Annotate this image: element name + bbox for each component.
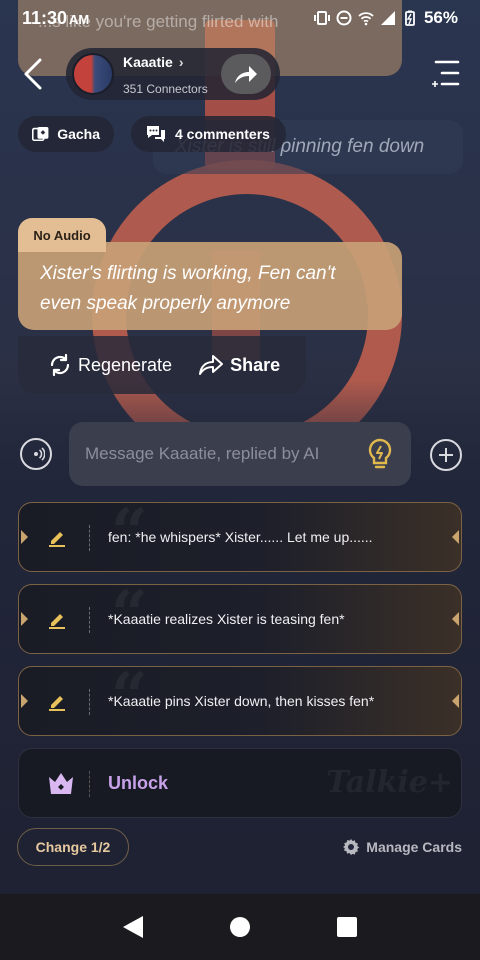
crown-icon: [49, 773, 73, 794]
pencil-icon: [49, 696, 65, 711]
share-label: Share: [230, 354, 281, 375]
manage-cards-label: Manage Cards: [366, 839, 462, 855]
regenerate-button[interactable]: Regenerate: [48, 353, 172, 377]
share-character-button[interactable]: [221, 54, 271, 94]
connectors-count: 351 Connectors: [123, 82, 208, 96]
add-button[interactable]: [430, 439, 462, 471]
pencil-icon: [49, 614, 65, 629]
ai-message-text: Xister's flirting is working, Fen can't …: [40, 263, 336, 314]
no-audio-badge: No Audio: [18, 218, 106, 252]
gacha-chip[interactable]: Gacha: [18, 116, 114, 152]
message-actions: Regenerate Share: [18, 336, 306, 394]
gear-icon: [343, 839, 360, 855]
vibrate-icon: [313, 11, 330, 25]
regenerate-label: Regenerate: [78, 354, 173, 375]
comments-icon: [147, 126, 165, 142]
unlock-label: Unlock: [108, 773, 169, 793]
voice-mode-button[interactable]: [20, 438, 52, 470]
message-input[interactable]: [85, 444, 345, 464]
gacha-icon: [32, 126, 49, 142]
share-button[interactable]: Share: [198, 354, 280, 376]
wifi-icon: [358, 12, 374, 26]
sound-wave-icon: [34, 447, 45, 461]
lightbulb-icon[interactable]: [365, 437, 395, 471]
unlock-card[interactable]: Unlock Talkie+: [18, 748, 462, 818]
nav-recents-icon[interactable]: [336, 917, 357, 937]
manage-cards-button[interactable]: Manage Cards: [342, 838, 462, 856]
message-input-container[interactable]: [69, 422, 411, 486]
share-arrow-icon: [199, 355, 224, 375]
suggestion-card[interactable]: “ *Kaaatie realizes Xister is teasing fe…: [18, 577, 462, 654]
suggestion-text: fen: *he whispers* Xister...... Let me u…: [108, 529, 373, 545]
suggestion-text: *Kaaatie realizes Xister is teasing fen*: [108, 611, 345, 627]
talkie-plus-watermark: Talkie+: [326, 765, 453, 800]
nav-home-icon[interactable]: [229, 917, 250, 937]
character-name[interactable]: Kaaatie ›: [123, 54, 183, 70]
menu-icon[interactable]: [432, 58, 460, 88]
nav-back-icon[interactable]: [123, 916, 144, 938]
battery-percent: 56%: [423, 8, 458, 27]
dnd-icon: [336, 10, 352, 26]
gacha-label: Gacha: [57, 126, 100, 142]
back-arrow-icon[interactable]: [18, 56, 50, 92]
status-time: 11:30 AM: [22, 7, 90, 28]
status-icons: 56%: [313, 8, 458, 28]
forward-arrow-icon: [235, 66, 257, 83]
chevron-right-icon: ›: [178, 54, 184, 70]
chat-header: Kaaatie › 351 Connectors: [0, 46, 480, 102]
change-suggestions-button[interactable]: Change 1/2: [17, 828, 129, 866]
battery-icon: [405, 10, 415, 26]
pencil-icon: [49, 532, 65, 547]
character-profile-pill[interactable]: Kaaatie › 351 Connectors: [66, 48, 280, 100]
refresh-icon: [50, 353, 70, 377]
commenters-label: 4 commenters: [175, 126, 270, 142]
suggestion-card[interactable]: “ fen: *he whispers* Xister...... Let me…: [18, 495, 462, 572]
signal-icon: [380, 11, 395, 25]
suggestion-card[interactable]: “ *Kaaatie pins Xister down, then kisses…: [18, 659, 462, 736]
system-nav-bar: [0, 894, 480, 960]
status-bar: 11:30 AM 56%: [0, 0, 480, 36]
suggestion-text: *Kaaatie pins Xister down, then kisses f…: [108, 693, 375, 709]
commenters-chip[interactable]: 4 commenters: [131, 116, 286, 152]
ai-message-bubble[interactable]: Xister's flirting is working, Fen can't …: [18, 242, 402, 330]
avatar[interactable]: [72, 53, 114, 95]
